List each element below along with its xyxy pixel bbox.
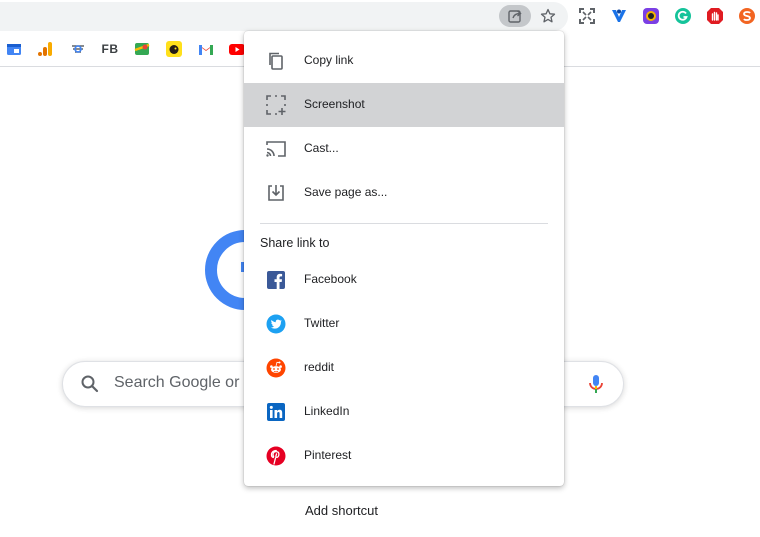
store-icon: [7, 44, 21, 55]
map-icon: [134, 43, 150, 55]
share-page-icon: [508, 10, 522, 23]
share-section-title: Share link to: [260, 236, 330, 250]
mailchimp-icon: [166, 41, 182, 57]
share-target-reddit[interactable]: reddit: [244, 346, 564, 390]
gmail-icon: [199, 45, 213, 55]
microphone-icon[interactable]: [585, 373, 607, 395]
youtube-icon: [229, 44, 245, 55]
color-picker-icon: [643, 8, 659, 24]
menu-item-save-page[interactable]: Save page as...: [244, 171, 564, 215]
share-target-label: LinkedIn: [304, 404, 350, 418]
menu-divider: [260, 223, 548, 224]
twitter-icon: [265, 313, 287, 335]
browser-toolbar: [0, 0, 760, 32]
address-bar[interactable]: [0, 2, 568, 31]
cast-icon: [265, 138, 287, 160]
adblock-hand-icon: [707, 8, 723, 24]
add-shortcut-label[interactable]: Add shortcut: [305, 503, 378, 518]
grammarly-icon: [675, 8, 691, 24]
bookmark-search-console[interactable]: [70, 40, 86, 58]
share-target-label: Twitter: [304, 316, 340, 330]
s-extension[interactable]: [737, 6, 757, 26]
vpn-extension[interactable]: [609, 6, 629, 26]
bookmark-mailchimp[interactable]: [166, 40, 182, 58]
pinterest-icon: [265, 445, 287, 467]
fullscreen-extension[interactable]: [577, 6, 597, 26]
share-target-label: Facebook: [304, 272, 357, 286]
menu-item-label: Cast...: [304, 141, 339, 155]
vpn-shield-icon: [612, 9, 626, 22]
screenshot-icon: [265, 94, 287, 116]
bookmark-gmail[interactable]: [198, 40, 214, 58]
bookmark-maps[interactable]: [134, 40, 150, 58]
reddit-icon: [265, 357, 287, 379]
adblock-extension[interactable]: [705, 6, 725, 26]
s-extension-icon: [739, 8, 755, 24]
share-target-label: Pinterest: [304, 448, 352, 462]
share-target-facebook[interactable]: Facebook: [244, 258, 564, 302]
share-target-linkedin[interactable]: LinkedIn: [244, 390, 564, 434]
menu-item-copy-link[interactable]: Copy link: [244, 39, 564, 83]
share-menu: Copy link Screenshot Cast... Save page a…: [244, 31, 564, 486]
bookmark-youtube[interactable]: [229, 40, 245, 58]
share-button[interactable]: [499, 5, 531, 27]
share-target-label: reddit: [304, 360, 335, 374]
copy-icon: [265, 50, 287, 72]
linkedin-icon: [265, 401, 287, 423]
menu-item-label: Copy link: [304, 53, 354, 67]
bookmark-fb[interactable]: FB: [100, 40, 120, 58]
share-target-twitter[interactable]: Twitter: [244, 302, 564, 346]
menu-item-label: Save page as...: [304, 185, 388, 199]
menu-item-screenshot[interactable]: Screenshot: [244, 83, 564, 127]
fullscreen-icon: [579, 8, 595, 24]
search-console-icon: [72, 45, 84, 53]
share-target-pinterest[interactable]: Pinterest: [244, 434, 564, 478]
analytics-icon: [38, 42, 52, 56]
facebook-icon: [265, 269, 287, 291]
bookmark-star-button[interactable]: [537, 5, 559, 27]
menu-item-label: Screenshot: [304, 97, 365, 111]
bookmark-star-icon: [540, 8, 556, 23]
save-page-icon: [265, 182, 287, 204]
menu-item-cast[interactable]: Cast...: [244, 127, 564, 171]
bookmark-business-profile[interactable]: [6, 40, 22, 58]
bookmark-analytics[interactable]: [37, 40, 53, 58]
search-icon: [81, 375, 99, 393]
color-picker-extension[interactable]: [641, 6, 661, 26]
grammarly-extension[interactable]: [673, 6, 693, 26]
